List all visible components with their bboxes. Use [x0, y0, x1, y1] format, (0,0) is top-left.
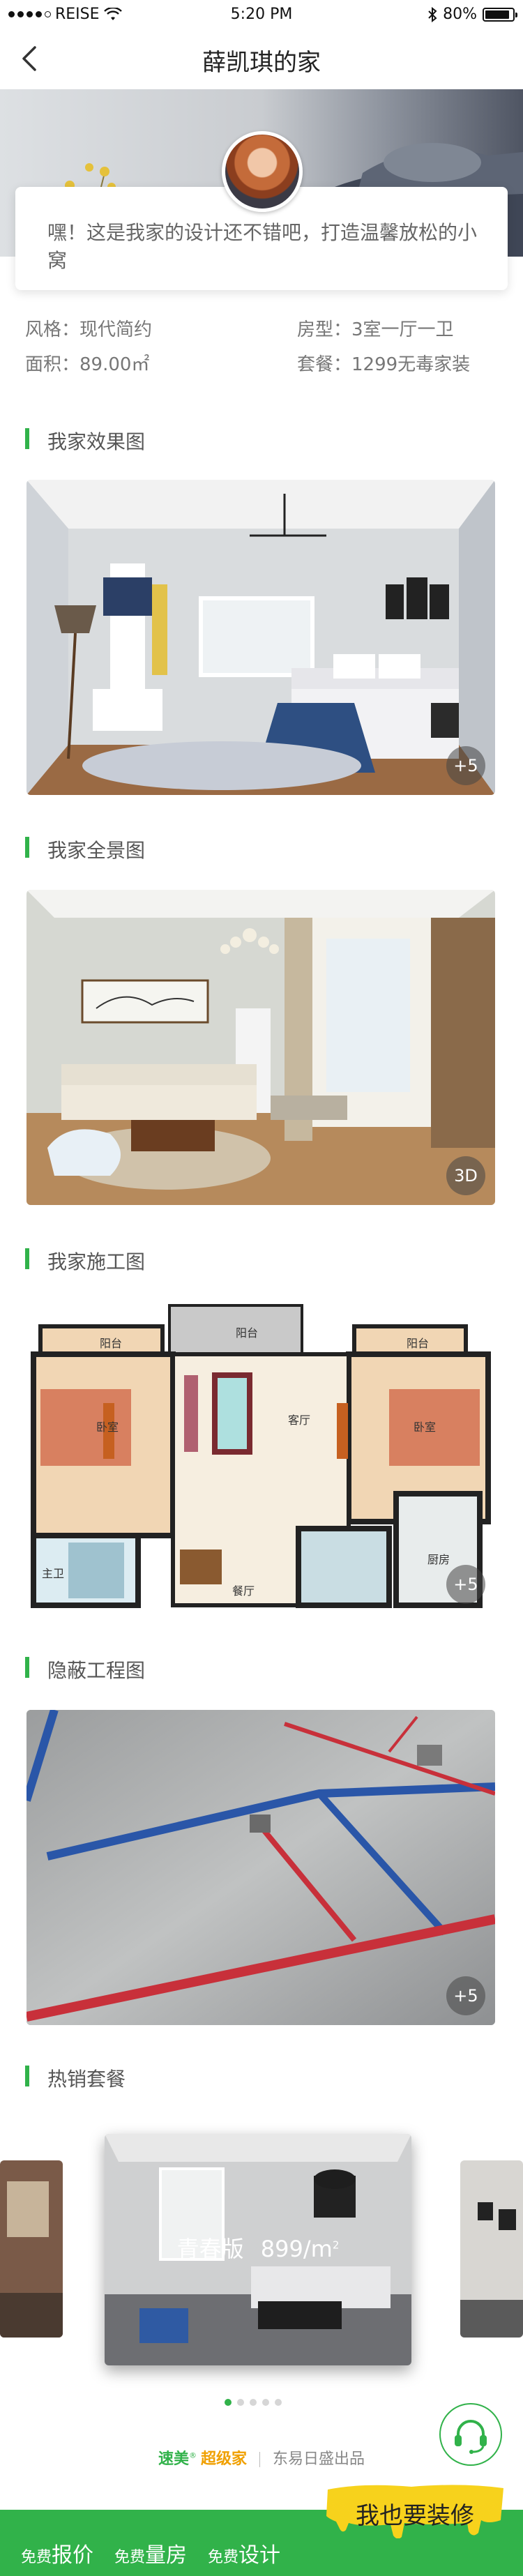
- avatar[interactable]: [222, 131, 303, 212]
- brand-mark: ®: [188, 2450, 197, 2460]
- free-design-link[interactable]: 免费设计: [208, 2538, 280, 2568]
- free-quote-small: 免费: [21, 2549, 52, 2566]
- carousel-main-card[interactable]: 青春版 899/m2: [105, 2134, 411, 2365]
- headset-icon: [455, 2420, 487, 2454]
- pager-dot[interactable]: [250, 2399, 257, 2406]
- carousel-prev-art: [0, 2160, 63, 2338]
- more-count-badge: +5: [446, 1565, 485, 1604]
- brand-sub: 超级家: [200, 2450, 247, 2468]
- floorplan-label-bath: 主卫: [42, 1567, 64, 1580]
- bottom-links: 免费报价 免费量房 免费设计: [21, 2538, 280, 2568]
- free-design-small: 免费: [208, 2549, 239, 2566]
- package-unit-sup: 2: [332, 2238, 340, 2252]
- free-quote-big: 报价: [52, 2543, 94, 2568]
- floorplan-label-balcony: 阳台: [236, 1326, 258, 1340]
- concrete-wiring-art: [26, 1710, 495, 2025]
- package-label: 青春版 899/m2: [105, 2232, 411, 2264]
- bedroom-render-art: [26, 480, 495, 795]
- pager-dot[interactable]: [275, 2399, 282, 2406]
- section-title-panorama: 我家全景图: [25, 835, 145, 863]
- pager-dot[interactable]: [225, 2399, 232, 2406]
- intro-text: 嘿！这是我家的设计还不错吧，打造温馨放松的小窝: [47, 221, 478, 272]
- carousel-next-art: [460, 2160, 523, 2338]
- hidden-works-image[interactable]: +5: [26, 1710, 495, 2025]
- free-measure-link[interactable]: 免费量房: [114, 2538, 187, 2568]
- carousel-prev-card[interactable]: [0, 2160, 63, 2338]
- floorplan-label-balcony: 阳台: [407, 1337, 429, 1350]
- status-bar: REISE 5:20 PM 80%: [0, 0, 523, 28]
- nav-bar: 薛凯琪的家: [0, 28, 523, 89]
- more-count-badge: +5: [446, 746, 485, 785]
- floorplan-image[interactable]: 阳台 阳台 阳台 卧室 卧室 客厅 主卫 餐厅 厨房 +5: [26, 1298, 495, 1614]
- carousel-pager: [225, 2399, 282, 2406]
- floorplan-label-bedroom: 卧室: [414, 1420, 436, 1434]
- floorplan-label-kitchen: 厨房: [427, 1553, 450, 1566]
- customer-service-button[interactable]: [439, 2403, 502, 2466]
- floorplan-label-living: 客厅: [288, 1414, 310, 1427]
- section-title-render: 我家效果图: [25, 427, 145, 455]
- battery-percent: 80%: [443, 6, 477, 23]
- floorplan-label-bedroom: 卧室: [96, 1420, 119, 1434]
- page-title: 薛凯琪的家: [202, 49, 321, 77]
- status-right: 80%: [427, 6, 517, 23]
- floorplan-label-dining: 餐厅: [232, 1584, 255, 1598]
- pager-dot[interactable]: [262, 2399, 269, 2406]
- package-price: 899: [260, 2236, 303, 2262]
- render-image[interactable]: +5: [26, 480, 495, 795]
- floorplan-label-balcony: 阳台: [100, 1337, 122, 1350]
- section-title-hidden: 隐蔽工程图: [25, 1656, 145, 1683]
- free-measure-small: 免费: [114, 2549, 146, 2566]
- brand-divider: [259, 2452, 260, 2467]
- living-room-panorama-art: [26, 890, 495, 1205]
- 3d-badge: 3D: [446, 1156, 485, 1195]
- more-count-badge: +5: [446, 1976, 485, 2015]
- free-quote-link[interactable]: 免费报价: [21, 2538, 93, 2568]
- battery-icon: [483, 7, 517, 22]
- panorama-image[interactable]: 3D: [26, 890, 495, 1205]
- section-title-construction: 我家施工图: [25, 1247, 145, 1275]
- cta-label: 我也要装修: [356, 2502, 474, 2530]
- section-title-hot: 热销套餐: [25, 2064, 126, 2092]
- info-layout: 房型：3室一厅一卫: [297, 319, 454, 340]
- carousel-next-card[interactable]: [460, 2160, 523, 2338]
- info-area: 面积：89.00㎡: [25, 354, 150, 375]
- bluetooth-icon: [428, 6, 437, 22]
- brand-maker: 东易日盛出品: [273, 2450, 365, 2468]
- package-name: 青春版: [176, 2236, 244, 2262]
- renovate-cta-button[interactable]: 我也要装修: [321, 2483, 509, 2539]
- brand-name: 速美: [158, 2450, 189, 2468]
- free-design-big: 设计: [238, 2543, 281, 2568]
- info-package: 套餐：1299无毒家装: [297, 354, 471, 375]
- free-measure-big: 量房: [145, 2543, 188, 2568]
- pager-dot[interactable]: [237, 2399, 244, 2406]
- floorplan-art: 阳台 阳台 阳台 卧室 卧室 客厅 主卫 餐厅 厨房: [26, 1298, 495, 1614]
- info-style: 风格：现代简约: [25, 319, 153, 340]
- package-unit: /m: [303, 2236, 333, 2262]
